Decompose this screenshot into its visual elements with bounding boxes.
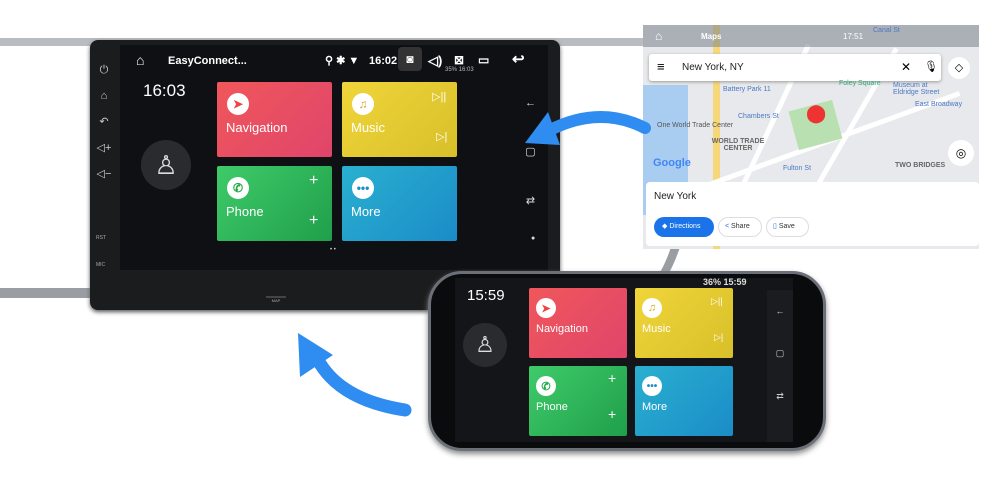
curved-arrow-phone-to-head-unit <box>311 353 412 417</box>
curved-arrow-map-to-head-unit <box>544 111 651 136</box>
arrows-layer <box>298 111 651 417</box>
